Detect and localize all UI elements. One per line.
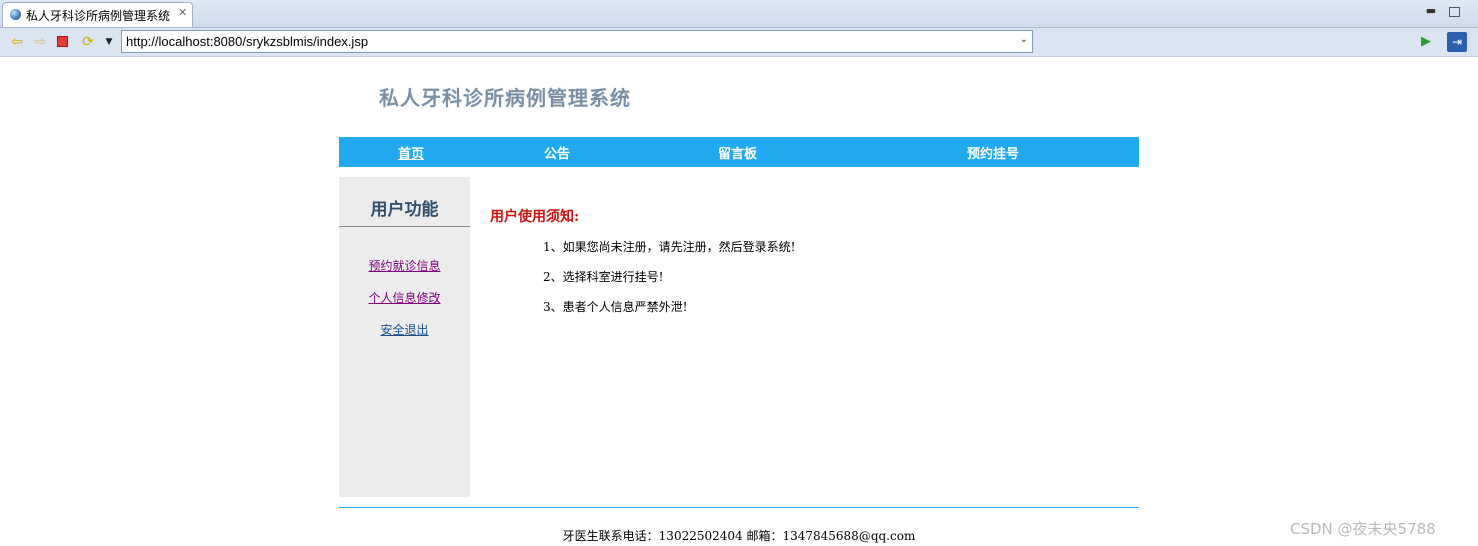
sidebar-heading: 用户功能: [370, 200, 439, 220]
browser-tab[interactable]: 私人牙科诊所病例管理系统 ✕: [2, 2, 193, 27]
minimize-icon[interactable]: ▬: [1425, 5, 1437, 17]
nav-notice[interactable]: 公告: [544, 143, 570, 162]
nav-message-board[interactable]: 留言板: [718, 143, 757, 162]
url-text[interactable]: http://localhost:8080/srykzsblmis/index.…: [126, 34, 368, 49]
nav-appointment[interactable]: 预约挂号: [967, 143, 1019, 162]
sidebar-link-appointments[interactable]: 预约就诊信息: [339, 257, 470, 274]
url-dropdown-icon[interactable]: ⌄: [1020, 34, 1028, 45]
tab-title: 私人牙科诊所病例管理系统: [26, 9, 171, 23]
notice-item: 2、选择科室进行挂号!: [543, 270, 664, 284]
notice-item: 1、如果您尚未注册，请先注册，然后登录系统!: [543, 240, 796, 254]
nav-home[interactable]: 首页: [398, 143, 424, 162]
globe-icon: [10, 9, 21, 20]
user-sidebar: 用户功能 预约就诊信息 个人信息修改 安全退出: [339, 177, 470, 497]
editor-tab-strip: 私人牙科诊所病例管理系统 ✕ ▬: [0, 0, 1478, 28]
watermark: CSDN @夜未央5788: [1290, 520, 1436, 538]
main-nav: 首页 公告 留言板 预约挂号: [339, 137, 1139, 167]
sidebar-link-profile-edit[interactable]: 个人信息修改: [339, 289, 470, 306]
close-icon[interactable]: ✕: [178, 6, 187, 19]
footer-contact: 牙医生联系电话：13022502404 邮箱：1347845688@qq.com: [562, 529, 916, 543]
open-external-icon[interactable]: ⇥: [1447, 32, 1467, 52]
footer-divider: [339, 507, 1139, 508]
refresh-icon[interactable]: ⟳: [80, 34, 96, 50]
sidebar-link-logout[interactable]: 安全退出: [339, 321, 470, 338]
notice-title: 用户使用须知:: [490, 209, 580, 225]
browser-toolbar: ⇦ ⇨ ⟳ ▼ http://localhost:8080/srykzsblmi…: [0, 28, 1478, 57]
go-icon[interactable]: ▶: [1418, 34, 1434, 50]
stop-icon[interactable]: [57, 36, 68, 47]
chevron-down-icon[interactable]: ▼: [101, 34, 117, 50]
forward-icon[interactable]: ⇨: [32, 34, 48, 50]
notice-item: 3、患者个人信息严禁外泄!: [543, 300, 688, 314]
maximize-icon[interactable]: [1449, 7, 1460, 17]
sidebar-divider: [339, 226, 470, 227]
back-icon[interactable]: ⇦: [9, 34, 25, 50]
url-input[interactable]: http://localhost:8080/srykzsblmis/index.…: [121, 30, 1033, 53]
site-title: 私人牙科诊所病例管理系统: [379, 86, 631, 110]
